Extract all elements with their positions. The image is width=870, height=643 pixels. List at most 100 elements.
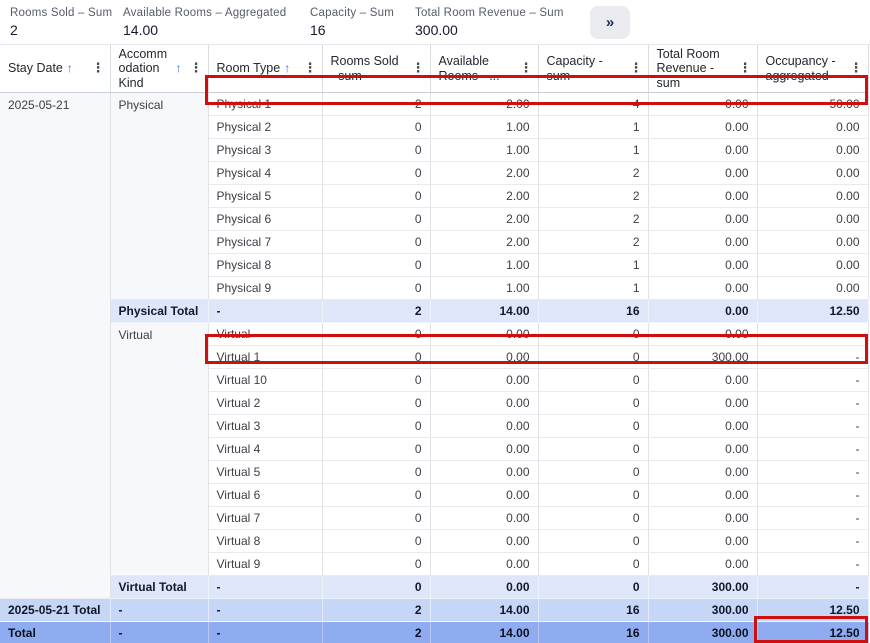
cell[interactable]: 0.00 bbox=[430, 323, 538, 346]
cell[interactable]: 1 bbox=[538, 277, 648, 300]
cell[interactable]: 14.00 bbox=[430, 300, 538, 323]
cell[interactable]: 0.00 bbox=[430, 369, 538, 392]
cell[interactable]: Physical 5 bbox=[208, 185, 322, 208]
cell[interactable]: 0 bbox=[322, 576, 430, 599]
cell[interactable]: 0 bbox=[322, 530, 430, 553]
cell[interactable]: Virtual 9 bbox=[208, 553, 322, 576]
cell[interactable]: Physical Total bbox=[110, 300, 208, 323]
cell[interactable]: 2 bbox=[322, 599, 430, 622]
cell[interactable]: 16 bbox=[538, 599, 648, 622]
cell[interactable]: 0.00 bbox=[757, 277, 868, 300]
cell[interactable]: 2 bbox=[322, 300, 430, 323]
cell[interactable]: - bbox=[757, 323, 868, 346]
cell[interactable]: - bbox=[757, 484, 868, 507]
cell[interactable]: 0.00 bbox=[648, 461, 757, 484]
cell[interactable]: 0.00 bbox=[648, 484, 757, 507]
cell[interactable]: 12.50 bbox=[757, 300, 868, 323]
cell[interactable]: - bbox=[110, 599, 208, 622]
cell[interactable]: 0 bbox=[322, 484, 430, 507]
cell[interactable]: 0.00 bbox=[648, 392, 757, 415]
cell[interactable]: 2.00 bbox=[430, 208, 538, 231]
cell[interactable]: 0 bbox=[322, 461, 430, 484]
cell[interactable]: - bbox=[110, 622, 208, 643]
column-header-1[interactable]: Accommodation Kind↑⋮ bbox=[110, 45, 208, 93]
cell[interactable]: Physical 7 bbox=[208, 231, 322, 254]
cell[interactable]: 300.00 bbox=[648, 576, 757, 599]
cell[interactable]: 0 bbox=[322, 346, 430, 369]
cell[interactable]: 0.00 bbox=[648, 231, 757, 254]
cell[interactable]: 0 bbox=[322, 208, 430, 231]
cell[interactable]: 0 bbox=[322, 162, 430, 185]
cell[interactable]: 0 bbox=[538, 553, 648, 576]
cell[interactable]: 0.00 bbox=[430, 530, 538, 553]
cell[interactable]: 0.00 bbox=[648, 300, 757, 323]
column-header-6[interactable]: Total Room Revenue - sum⋮ bbox=[648, 45, 757, 93]
cell[interactable]: Physical 3 bbox=[208, 139, 322, 162]
cell[interactable]: Virtual 3 bbox=[208, 415, 322, 438]
cell[interactable]: 0 bbox=[322, 139, 430, 162]
column-menu-icon[interactable]: ⋮ bbox=[190, 61, 206, 76]
cell[interactable]: 0.00 bbox=[430, 438, 538, 461]
cell[interactable]: 0 bbox=[538, 484, 648, 507]
cell[interactable]: Physical 1 bbox=[208, 93, 322, 116]
cell[interactable]: 0.00 bbox=[430, 392, 538, 415]
cell[interactable]: 0.00 bbox=[648, 369, 757, 392]
column-header-5[interactable]: Capacity - sum⋮ bbox=[538, 45, 648, 93]
cell[interactable]: - bbox=[757, 392, 868, 415]
cell[interactable]: 14.00 bbox=[430, 622, 538, 643]
cell[interactable]: 300.00 bbox=[648, 622, 757, 643]
cell[interactable]: 1 bbox=[538, 139, 648, 162]
cell[interactable]: 0.00 bbox=[648, 208, 757, 231]
cell[interactable]: - bbox=[208, 576, 322, 599]
cell[interactable]: 2.00 bbox=[430, 185, 538, 208]
cell[interactable]: 0.00 bbox=[648, 507, 757, 530]
cell[interactable]: 0.00 bbox=[430, 507, 538, 530]
cell[interactable]: 0.00 bbox=[648, 254, 757, 277]
cell[interactable]: - bbox=[757, 576, 868, 599]
cell[interactable]: 0.00 bbox=[648, 323, 757, 346]
cell[interactable]: 1.00 bbox=[430, 254, 538, 277]
column-menu-icon[interactable]: ⋮ bbox=[412, 61, 428, 76]
column-menu-icon[interactable]: ⋮ bbox=[739, 61, 755, 76]
cell[interactable]: 0.00 bbox=[648, 162, 757, 185]
cell[interactable]: 0.00 bbox=[757, 185, 868, 208]
cell[interactable]: 0.00 bbox=[430, 484, 538, 507]
cell[interactable]: 16 bbox=[538, 622, 648, 643]
cell[interactable]: 0 bbox=[322, 369, 430, 392]
cell[interactable]: - bbox=[757, 461, 868, 484]
column-menu-icon[interactable]: ⋮ bbox=[850, 61, 866, 76]
column-menu-icon[interactable]: ⋮ bbox=[92, 61, 108, 76]
cell[interactable]: 0.00 bbox=[430, 553, 538, 576]
cell[interactable]: 0 bbox=[322, 116, 430, 139]
cell[interactable]: Virtual 6 bbox=[208, 484, 322, 507]
cell[interactable]: 0 bbox=[538, 369, 648, 392]
cell[interactable]: - bbox=[208, 622, 322, 643]
cell[interactable]: 0 bbox=[322, 231, 430, 254]
cell[interactable]: 2.00 bbox=[430, 231, 538, 254]
cell[interactable]: 0 bbox=[322, 185, 430, 208]
column-header-7[interactable]: Occupancy - aggregated⋮ bbox=[757, 45, 868, 93]
cell[interactable]: 0.00 bbox=[648, 530, 757, 553]
cell[interactable]: 0 bbox=[538, 576, 648, 599]
cell[interactable]: 0.00 bbox=[430, 576, 538, 599]
cell[interactable]: 2 bbox=[538, 231, 648, 254]
cell[interactable]: 2 bbox=[538, 185, 648, 208]
cell[interactable]: - bbox=[208, 300, 322, 323]
cell[interactable]: Virtual bbox=[208, 323, 322, 346]
column-header-4[interactable]: Available Rooms - ...⋮ bbox=[430, 45, 538, 93]
cell[interactable]: 0.00 bbox=[648, 93, 757, 116]
cell[interactable]: Virtual 10 bbox=[208, 369, 322, 392]
cell[interactable]: 0 bbox=[538, 507, 648, 530]
cell[interactable]: - bbox=[757, 530, 868, 553]
cell[interactable]: 12.50 bbox=[757, 622, 868, 643]
cell[interactable]: - bbox=[757, 553, 868, 576]
cell[interactable]: 50.00 bbox=[757, 93, 868, 116]
cell[interactable]: - bbox=[757, 415, 868, 438]
cell[interactable]: Virtual 2 bbox=[208, 392, 322, 415]
cell[interactable]: 2.00 bbox=[430, 162, 538, 185]
cell[interactable]: 2 bbox=[322, 622, 430, 643]
cell[interactable]: 300.00 bbox=[648, 346, 757, 369]
cell[interactable]: 0.00 bbox=[648, 553, 757, 576]
cell[interactable]: 0 bbox=[322, 415, 430, 438]
cell[interactable]: 300.00 bbox=[648, 599, 757, 622]
